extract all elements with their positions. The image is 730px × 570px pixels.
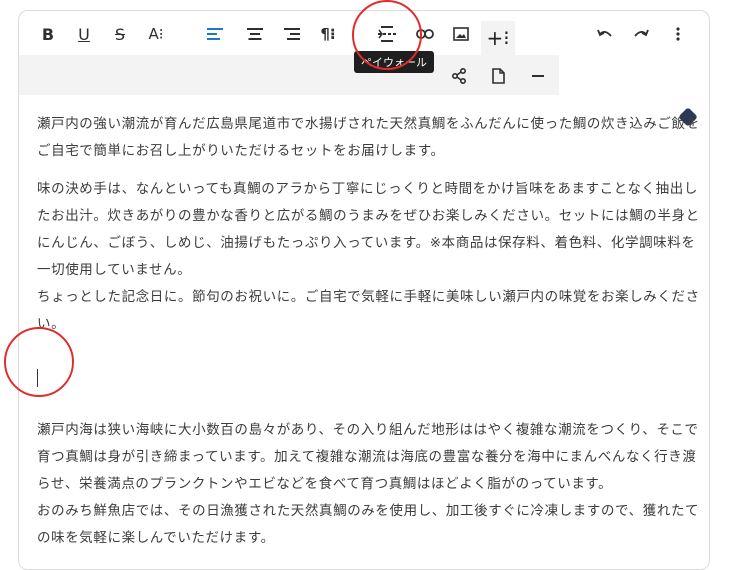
- align-left-button[interactable]: [202, 21, 228, 47]
- editor-subbar: [19, 55, 559, 95]
- document-button[interactable]: [486, 64, 510, 88]
- bold-button[interactable]: B: [35, 21, 61, 47]
- text-line: たお出汁。炊きあがりの豊かな香りと広がる鯛のうまみをぜひお楽しみください。セット…: [37, 208, 700, 224]
- text-line: ちょっとした記念日に。節句のお祝いに。ご自宅で気軽に手軽に美味しい瀬戸内の味覚を…: [37, 289, 700, 305]
- rich-text-editor: B U S A⁝ ¶⁝ +⁝ ペイウォール 瀬戸内の強い潮流が育んだ広島県尾道市…: [18, 10, 710, 570]
- strikethrough-button[interactable]: S: [107, 21, 133, 47]
- text-line: にんじん、ごぼう、しめじ、油揚げもたっぷり入っています。※本商品は保存料、着色料…: [37, 235, 696, 251]
- link-icon: [416, 29, 434, 39]
- paragraph-button[interactable]: ¶⁝: [315, 21, 341, 47]
- align-center-icon: [247, 28, 263, 40]
- text-line: おのみち鮮魚店では、その日漁獲された天然真鯛のみを使用し、加工後すぐに冷凍します…: [37, 503, 700, 519]
- undo-icon: [597, 29, 612, 37]
- share-icon: [451, 68, 466, 84]
- editor-toolbar: B U S A⁝ ¶⁝ +⁝: [19, 11, 709, 55]
- underline-button[interactable]: U: [71, 21, 97, 47]
- align-left-icon: [207, 28, 223, 40]
- redo-icon: [634, 29, 649, 37]
- plus-icon: +⁝: [486, 26, 510, 50]
- more-vertical-icon: [676, 27, 680, 41]
- font-size-button[interactable]: A⁝: [143, 21, 169, 47]
- text-line: らせ、栄養満点のプランクトンやエビなどを食べて育つ真鯛はほどよく脂がのっています…: [37, 476, 613, 492]
- editor-content[interactable]: 瀬戸内の強い潮流が育んだ広島県尾道市で水揚げされた天然真鯛をふんだんに使った鯛の…: [37, 111, 700, 563]
- font-size-icon: A⁝: [148, 25, 164, 43]
- minus-icon: [532, 75, 544, 77]
- bold-icon: B: [41, 24, 55, 44]
- align-center-button[interactable]: [242, 21, 268, 47]
- empty-paragraph[interactable]: [37, 349, 692, 417]
- insert-menu-button[interactable]: +⁝: [481, 21, 515, 55]
- text-line: ご自宅で簡単にお召し上がりいただけるセットをお届けします。: [37, 143, 445, 159]
- paragraph-icon: ¶⁝: [320, 25, 336, 43]
- text-line: 瀬戸内海は狭い海峡に大小数百の島々があり、その入り組んだ地形ははやく複雑な潮流を…: [37, 422, 699, 438]
- align-right-button[interactable]: [279, 21, 305, 47]
- share-button[interactable]: [447, 64, 471, 88]
- text-line: い。: [37, 316, 66, 332]
- paragraph-3: 瀬戸内海は狭い海峡に大小数百の島々があり、その入り組んだ地形ははやく複雑な潮流を…: [37, 417, 700, 552]
- text-line: 味の決め手は、なんといっても真鯛のアラから丁寧にじっくりと時間をかけ旨味をあます…: [37, 181, 698, 197]
- more-button[interactable]: [665, 21, 691, 47]
- underline-icon: U: [78, 24, 90, 44]
- paragraph-1: 瀬戸内の強い潮流が育んだ広島県尾道市で水揚げされた天然真鯛をふんだんに使った鯛の…: [37, 111, 700, 165]
- image-icon: [453, 27, 469, 41]
- paragraph-2: 味の決め手は、なんといっても真鯛のアラから丁寧にじっくりと時間をかけ旨味をあます…: [37, 176, 700, 338]
- redo-button[interactable]: [628, 21, 654, 47]
- collapse-button[interactable]: [526, 64, 550, 88]
- text-line: の味を気軽に楽しんでいただけます。: [37, 530, 275, 546]
- image-button[interactable]: [448, 21, 474, 47]
- text-caret: [37, 369, 38, 387]
- text-line: 一切使用していません。: [37, 262, 192, 278]
- paywall-button[interactable]: [374, 21, 400, 47]
- paywall-tooltip: ペイウォール: [354, 51, 434, 73]
- align-right-icon: [284, 28, 300, 40]
- text-line: 瀬戸内の強い潮流が育んだ広島県尾道市で水揚げされた天然真鯛をふんだんに使った鯛の…: [37, 116, 700, 132]
- paywall-icon: [378, 26, 396, 42]
- document-icon: [491, 68, 505, 84]
- strikethrough-icon: S: [114, 24, 126, 44]
- text-line: 育つ真鯛は身が引き締まっています。加えて複雑な潮流は海底の豊富な養分を海中にまん…: [37, 449, 697, 465]
- undo-button[interactable]: [592, 21, 618, 47]
- link-button[interactable]: [412, 21, 438, 47]
